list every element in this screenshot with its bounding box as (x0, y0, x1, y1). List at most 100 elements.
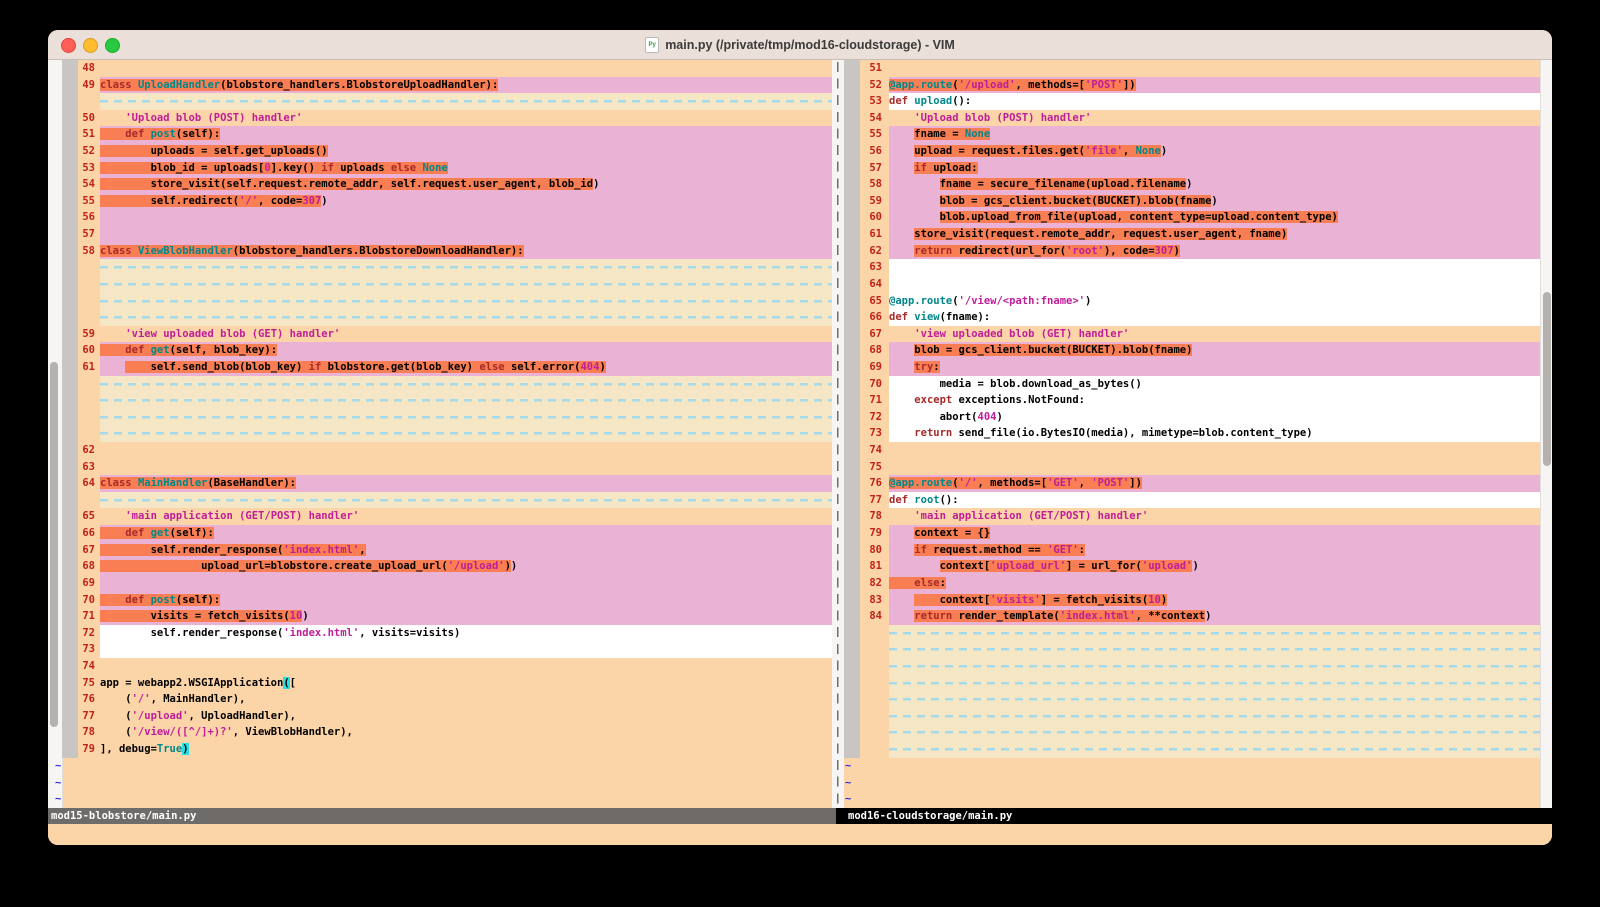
minimize-button[interactable] (83, 38, 98, 53)
code-text[interactable]: class ViewBlobHandler(blobstore_handlers… (100, 243, 832, 260)
code-text[interactable]: def view(fname): (889, 309, 1540, 326)
code-text[interactable]: try: (889, 359, 1540, 376)
code-text[interactable]: def get(self, blob_key): (100, 342, 832, 359)
code-text[interactable]: abort(404) (889, 409, 1540, 426)
code-text[interactable]: return redirect(url_for('root'), code=30… (889, 243, 1540, 260)
code-text[interactable] (889, 442, 1540, 459)
code-text[interactable] (100, 226, 832, 243)
code-text[interactable]: @app.route('/upload', methods=['POST']) (889, 77, 1540, 94)
code-segment: 0 (264, 162, 270, 174)
code-segment (889, 344, 914, 356)
code-text[interactable]: def post(self): (100, 126, 832, 143)
diff-filler-line[interactable] (100, 309, 832, 326)
right-scrollbar-thumb[interactable] (1543, 292, 1551, 466)
diff-filler-line[interactable] (889, 625, 1540, 642)
code-text[interactable]: 'main application (GET/POST) handler' (100, 508, 832, 525)
code-text[interactable] (100, 658, 832, 675)
line-number: 53 (860, 93, 889, 110)
code-text[interactable] (100, 60, 832, 77)
code-text[interactable]: 'Upload blob (POST) handler' (100, 110, 832, 127)
code-text[interactable]: visits = fetch_visits(10) (100, 608, 832, 625)
code-text[interactable]: @app.route('/', methods=['GET', 'POST']) (889, 475, 1540, 492)
code-text[interactable] (889, 459, 1540, 476)
code-text[interactable] (889, 259, 1540, 276)
code-text[interactable] (889, 60, 1540, 77)
diff-filler-line[interactable] (100, 293, 832, 310)
diff-filler-line[interactable] (100, 93, 832, 110)
code-text[interactable]: store_visit(request.remote_addr, request… (889, 226, 1540, 243)
diff-filler-line[interactable] (100, 425, 832, 442)
code-text[interactable]: ('/upload', UploadHandler), (100, 708, 832, 725)
code-text[interactable]: upload = request.files.get('file', None) (889, 143, 1540, 160)
code-text[interactable]: 'main application (GET/POST) handler' (889, 508, 1540, 525)
command-line[interactable] (48, 824, 1552, 845)
right-scrollbar-rail[interactable] (844, 60, 860, 758)
code-text[interactable]: blob = gcs_client.bucket(BUCKET).blob(fn… (889, 193, 1540, 210)
left-scrollbar-thumb[interactable] (50, 362, 58, 727)
diff-filler-line[interactable] (100, 492, 832, 509)
code-text[interactable]: 'view uploaded blob (GET) handler' (889, 326, 1540, 343)
code-text[interactable]: def get(self): (100, 525, 832, 542)
code-text[interactable]: return send_file(io.BytesIO(media), mime… (889, 425, 1540, 442)
diff-filler-line[interactable] (889, 724, 1540, 741)
code-text[interactable]: class UploadHandler(blobstore_handlers.B… (100, 77, 832, 94)
left-scrollbar-rail[interactable] (62, 60, 78, 758)
code-text[interactable]: fname = None (889, 126, 1540, 143)
code-text[interactable]: blob.upload_from_file(upload, content_ty… (889, 209, 1540, 226)
diff-filler-line[interactable] (100, 276, 832, 293)
window-split-separator[interactable] (832, 60, 844, 808)
code-text[interactable]: def upload(): (889, 93, 1540, 110)
code-text[interactable]: except exceptions.NotFound: (889, 392, 1540, 409)
code-text[interactable]: @app.route('/view/<path:fname>') (889, 293, 1540, 310)
code-text[interactable]: self.render_response('index.html', visit… (100, 625, 832, 642)
code-text[interactable] (100, 641, 832, 658)
code-text[interactable]: def post(self): (100, 592, 832, 609)
diff-filler-line[interactable] (100, 259, 832, 276)
diff-filler-line[interactable] (100, 376, 832, 393)
close-button[interactable] (61, 38, 76, 53)
diff-filler-line[interactable] (889, 675, 1540, 692)
left-code-pane[interactable]: 4849class UploadHandler(blobstore_handle… (78, 60, 832, 758)
code-text[interactable]: media = blob.download_as_bytes() (889, 376, 1540, 393)
diff-filler-line[interactable] (889, 658, 1540, 675)
zoom-button[interactable] (105, 38, 120, 53)
code-text[interactable]: return render_template('index.html', **c… (889, 608, 1540, 625)
diff-filler-line[interactable] (889, 641, 1540, 658)
code-text[interactable]: if upload: (889, 160, 1540, 177)
code-text[interactable]: context['visits'] = fetch_visits(10) (889, 592, 1540, 609)
code-text[interactable] (100, 209, 832, 226)
code-text[interactable]: blob = gcs_client.bucket(BUCKET).blob(fn… (889, 342, 1540, 359)
code-text[interactable] (100, 442, 832, 459)
code-text[interactable]: self.send_blob(blob_key) if blobstore.ge… (100, 359, 832, 376)
code-text[interactable]: if request.method == 'GET': (889, 542, 1540, 559)
code-text[interactable]: self.redirect('/', code=307) (100, 193, 832, 210)
code-text[interactable]: 'Upload blob (POST) handler' (889, 110, 1540, 127)
code-text[interactable]: store_visit(self.request.remote_addr, se… (100, 176, 832, 193)
code-text[interactable]: context = {} (889, 525, 1540, 542)
code-text[interactable]: uploads = self.get_uploads() (100, 143, 832, 160)
title-bar[interactable]: Py main.py (/private/tmp/mod16-cloudstor… (48, 30, 1552, 60)
code-text[interactable]: ('/view/([^/]+)?', ViewBlobHandler), (100, 724, 832, 741)
code-text[interactable]: class MainHandler(BaseHandler): (100, 475, 832, 492)
code-text[interactable] (889, 276, 1540, 293)
diff-filler-line[interactable] (889, 691, 1540, 708)
code-text[interactable] (100, 575, 832, 592)
code-text[interactable]: context['upload_url'] = url_for('upload'… (889, 558, 1540, 575)
code-text[interactable]: ], debug=True) (100, 741, 832, 758)
diff-filler-line[interactable] (100, 409, 832, 426)
code-text[interactable]: ('/', MainHandler), (100, 691, 832, 708)
code-text[interactable]: app = webapp2.WSGIApplication([ (100, 675, 832, 692)
code-text[interactable] (100, 459, 832, 476)
code-text[interactable]: else: (889, 575, 1540, 592)
code-text[interactable]: upload_url=blobstore.create_upload_url('… (100, 558, 832, 575)
code-text[interactable]: def root(): (889, 492, 1540, 509)
diff-filler-line[interactable] (889, 708, 1540, 725)
line-number (78, 376, 100, 393)
code-text[interactable]: blob_id = uploads[0].key() if uploads el… (100, 160, 832, 177)
code-text[interactable]: self.render_response('index.html', (100, 542, 832, 559)
code-text[interactable]: fname = secure_filename(upload.filename) (889, 176, 1540, 193)
diff-filler-line[interactable] (100, 392, 832, 409)
right-code-pane[interactable]: 5152@app.route('/upload', methods=['POST… (860, 60, 1540, 758)
code-text[interactable]: 'view uploaded blob (GET) handler' (100, 326, 832, 343)
diff-filler-line[interactable] (889, 741, 1540, 758)
